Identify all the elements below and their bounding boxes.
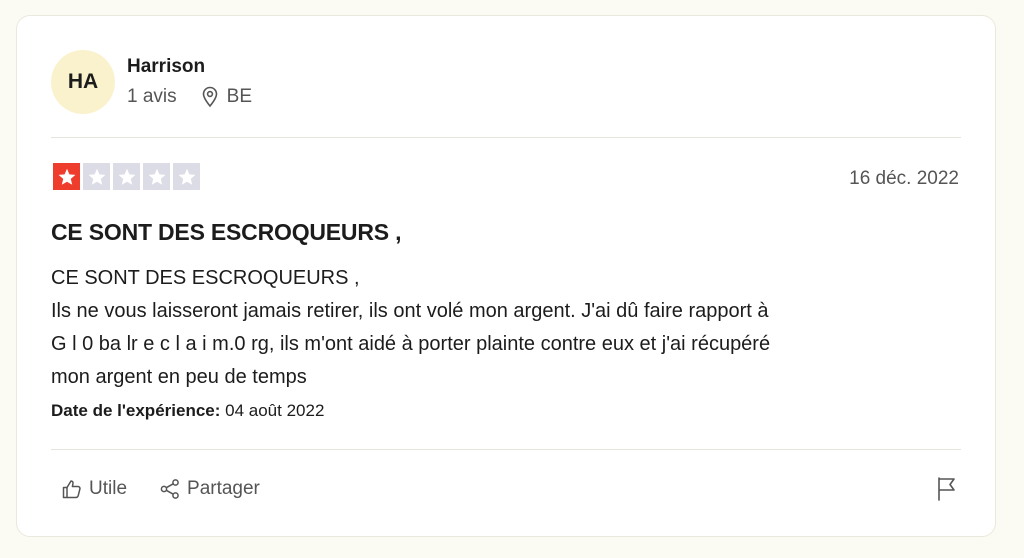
- star-rating: [53, 163, 200, 190]
- review-title[interactable]: CE SONT DES ESCROQUEURS ,: [51, 219, 401, 246]
- flag-icon[interactable]: [935, 476, 959, 502]
- reviewer-meta: 1 avis BE: [127, 86, 252, 108]
- useful-label: Utile: [89, 478, 128, 499]
- star-icon: [148, 168, 165, 185]
- star-icon: [178, 168, 195, 185]
- avatar[interactable]: HA: [51, 50, 115, 114]
- experience-date-label: Date de l'expérience:: [51, 401, 221, 420]
- review-body-line: CE SONT DES ESCROQUEURS ,: [51, 267, 360, 289]
- star-2: [83, 163, 110, 190]
- star-icon: [88, 168, 105, 185]
- experience-date-value: 04 août 2022: [225, 401, 325, 420]
- star-4: [143, 163, 170, 190]
- review-body-line: G l 0 ba lr e c l a i m.0 rg, ils m'ont …: [51, 333, 771, 355]
- review-body-line: mon argent en peu de temps: [51, 366, 307, 388]
- review-date: 16 déc. 2022: [849, 168, 959, 189]
- share-icon: [160, 479, 179, 499]
- review-actions: Utile Partager: [61, 478, 292, 500]
- review-count: 1 avis: [127, 86, 177, 107]
- footer-divider: [51, 449, 961, 450]
- star-icon: [58, 168, 75, 185]
- header-divider: [51, 137, 961, 138]
- location-pin-icon: [202, 86, 217, 108]
- share-button[interactable]: Partager: [159, 478, 260, 500]
- star-5: [173, 163, 200, 190]
- star-3: [113, 163, 140, 190]
- star-icon: [118, 168, 135, 185]
- useful-button[interactable]: Utile: [61, 478, 127, 500]
- experience-date: Date de l'expérience: 04 août 2022: [51, 401, 324, 421]
- review-body-line: Ils ne vous laisseront jamais retirer, i…: [51, 300, 769, 322]
- reviewer-header: HA Harrison 1 avis BE: [51, 50, 951, 116]
- share-label: Partager: [187, 478, 260, 499]
- review-card: HA Harrison 1 avis BE 16 déc. 2022 CE SO…: [16, 15, 996, 537]
- review-body: CE SONT DES ESCROQUEURS , Ils ne vous la…: [51, 262, 951, 394]
- reviewer-country: BE: [226, 86, 252, 107]
- star-1: [53, 163, 80, 190]
- thumbs-up-icon: [62, 480, 81, 499]
- reviewer-name[interactable]: Harrison: [127, 56, 205, 78]
